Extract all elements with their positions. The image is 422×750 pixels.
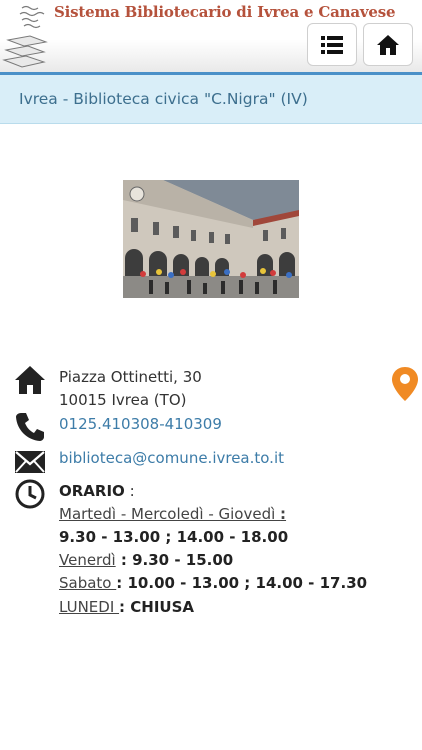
schedule-line: 9.30 - 13.00 ; 14.00 - 18.00: [59, 526, 288, 549]
email-link[interactable]: biblioteca@comune.ivrea.to.it: [59, 447, 284, 470]
home-icon: [377, 34, 399, 55]
schedule-day: Martedì - Mercoledì - Giovedì: [59, 505, 281, 523]
address-line1: Piazza Ottinetti, 30: [59, 368, 202, 386]
app-header: Sistema Bibliotecario di Ivrea e Canaves…: [0, 0, 422, 75]
phone-icon: [16, 413, 44, 441]
list-icon: [321, 35, 343, 54]
schedule-day: LUNEDI: [59, 598, 120, 616]
hours-colon: :: [124, 482, 135, 500]
schedule-day: Sabato: [59, 574, 117, 592]
schedule-sep: :: [280, 505, 287, 523]
hours-heading: ORARIO :: [59, 480, 135, 503]
clock-icon: [15, 479, 45, 509]
schedule-time: 9.30 - 15.00: [132, 551, 234, 569]
schedule-sep: :: [115, 551, 133, 569]
address-line2: 10015 Ivrea (TO): [59, 391, 187, 409]
site-title[interactable]: Sistema Bibliotecario di Ivrea e Canaves…: [54, 3, 396, 21]
phone-link[interactable]: 0125.410308-410309: [59, 413, 222, 436]
schedule-line: LUNEDI : CHIUSA: [59, 596, 194, 619]
schedule-time: CHIUSA: [130, 598, 195, 616]
library-logo: [2, 5, 48, 68]
schedule-day: Venerdì: [59, 551, 116, 569]
map-marker-icon[interactable]: [391, 366, 419, 402]
schedule-line: Martedì - Mercoledì - Giovedì :: [59, 503, 286, 526]
menu-button[interactable]: [307, 23, 357, 66]
hours-label: ORARIO: [59, 482, 125, 500]
library-photo: [123, 180, 299, 298]
schedule-sep: :: [119, 598, 131, 616]
breadcrumb: Ivrea - Biblioteca civica "C.Nigra" (IV): [0, 75, 422, 124]
schedule-time: 9.30 - 13.00 ; 14.00 - 18.00: [59, 528, 289, 546]
schedule-time: 10.00 - 13.00 ; 14.00 - 17.30: [127, 574, 368, 592]
home-icon: [15, 366, 45, 394]
library-name: Ivrea - Biblioteca civica "C.Nigra" (IV): [19, 90, 308, 108]
schedule-line: Sabato : 10.00 - 13.00 ; 14.00 - 17.30: [59, 572, 367, 595]
envelope-icon: [15, 451, 45, 473]
home-button[interactable]: [363, 23, 413, 66]
schedule-sep: :: [116, 574, 128, 592]
schedule-line: Venerdì : 9.30 - 15.00: [59, 549, 233, 572]
